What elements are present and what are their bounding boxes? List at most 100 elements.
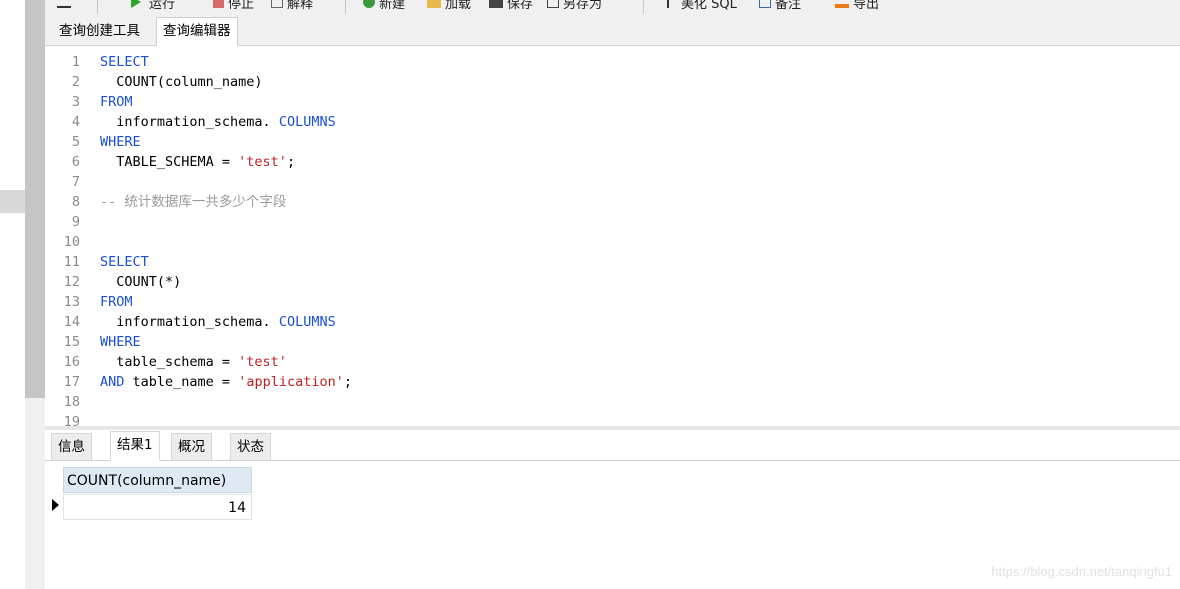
tab-query-editor[interactable]: 查询编辑器 [156, 17, 238, 46]
code-line[interactable]: 19 [45, 412, 100, 426]
toolbar: 运行 停止 解释 新建 加载 保存 另存为 美化 SQL 备注 导出 [45, 0, 1180, 14]
code-line[interactable]: 7 [45, 172, 100, 192]
code-line[interactable]: 2 COUNT(column_name) [45, 72, 263, 92]
line-number: 3 [71, 94, 80, 110]
column-header[interactable]: COUNT(column_name) [63, 467, 252, 493]
sql-keyword: FROM [100, 294, 133, 310]
beautify-label: 美化 SQL [681, 0, 737, 12]
left-panel [0, 0, 25, 589]
export-arrow-icon [835, 4, 849, 8]
stop-button[interactable]: 停止 [213, 0, 255, 12]
sql-string: 'test' [238, 154, 287, 170]
stop-label: 停止 [228, 0, 255, 12]
sql-text: ; [343, 374, 352, 390]
line-number: 19 [63, 414, 80, 426]
line-number: 14 [63, 314, 80, 330]
code-line[interactable]: 17 AND table_name = 'application'; [45, 372, 352, 392]
sql-comment: -- 统计数据库一共多少个字段 [100, 194, 287, 210]
toolbar-separator [345, 0, 346, 14]
line-number: 8 [71, 194, 80, 210]
sql-text: table_name = [124, 374, 239, 390]
code-line[interactable]: 4 information_schema. COLUMNS [45, 112, 336, 132]
run-label: 运行 [149, 0, 176, 12]
menu-icon[interactable] [57, 0, 71, 10]
tab-info[interactable]: 信息 [51, 433, 92, 461]
tab-overview[interactable]: 概况 [171, 433, 212, 461]
code-line[interactable]: 6 TABLE_SCHEMA = 'test'; [45, 152, 295, 172]
sql-keyword: WHERE [100, 334, 141, 350]
code-line[interactable]: 16 table_schema = 'test' [45, 352, 287, 372]
explain-button[interactable]: 解释 [271, 0, 314, 12]
load-label: 加载 [445, 0, 472, 12]
export-button[interactable]: 导出 [835, 0, 879, 12]
sql-keyword: FROM [100, 94, 133, 110]
sql-editor[interactable]: 1 SELECT 2 COUNT(column_name) 3 FROM 4 inform… [45, 46, 1180, 426]
code-line[interactable]: 18 [45, 392, 100, 412]
line-number: 16 [63, 354, 80, 370]
line-number: 6 [71, 154, 80, 170]
vertical-scrollbar[interactable] [25, 0, 45, 398]
stop-icon [213, 0, 224, 8]
line-number: 18 [63, 394, 80, 410]
saveas-button[interactable]: 另存为 [547, 0, 603, 12]
sql-keyword: COLUMNS [270, 114, 336, 130]
new-button[interactable]: 新建 [363, 0, 405, 12]
line-number: 9 [71, 214, 80, 230]
code-line[interactable]: 13 FROM [45, 292, 133, 312]
sql-keyword: SELECT [100, 54, 149, 70]
code-line[interactable]: 11 SELECT [45, 252, 149, 272]
saveas-label: 另存为 [563, 0, 603, 12]
sql-string: 'application' [238, 374, 344, 390]
comment-button[interactable]: 备注 [759, 0, 802, 12]
sql-text: TABLE_SCHEMA = [100, 154, 239, 170]
left-panel-scroll-thumb[interactable] [0, 190, 25, 213]
sql-text: table_schema = [100, 354, 239, 370]
explain-icon [271, 0, 283, 8]
current-row-indicator-icon [52, 499, 59, 511]
saveas-icon [547, 0, 559, 8]
sql-text: information_schema. [100, 314, 271, 330]
code-line[interactable]: 9 [45, 212, 100, 232]
code-line[interactable]: 5 WHERE [45, 132, 141, 152]
code-line[interactable]: 12 COUNT(*) [45, 272, 182, 292]
line-number: 15 [63, 334, 80, 350]
code-line[interactable]: 8 -- 统计数据库一共多少个字段 [45, 192, 287, 212]
line-number: 1 [71, 54, 80, 70]
line-number: 12 [63, 274, 80, 290]
sql-text: COUNT(column_name) [100, 74, 263, 90]
beautify-sql-button[interactable]: 美化 SQL [667, 0, 737, 12]
tab-query-builder[interactable]: 查询创建工具 [53, 18, 146, 44]
line-number: 17 [63, 374, 80, 390]
line-number: 10 [63, 234, 80, 250]
tab-status[interactable]: 状态 [230, 433, 271, 461]
code-line[interactable]: 1 SELECT [45, 52, 149, 72]
explain-label: 解释 [287, 0, 314, 12]
run-button[interactable]: 运行 [131, 0, 176, 12]
result-tab-strip: 信息 结果1 概况 状态 [45, 430, 1180, 461]
sql-keyword: COLUMNS [270, 314, 336, 330]
new-icon [363, 0, 375, 8]
line-number: 13 [63, 294, 80, 310]
sql-text: information_schema. [100, 114, 271, 130]
code-line[interactable]: 10 [45, 232, 100, 252]
editor-tab-strip: 查询创建工具 查询编辑器 [45, 14, 1180, 46]
table-cell[interactable]: 14 [63, 494, 252, 520]
folder-icon [427, 0, 441, 8]
play-icon [131, 0, 141, 8]
sql-text: COUNT(*) [100, 274, 182, 290]
comment-label: 备注 [775, 0, 802, 12]
line-number: 11 [63, 254, 80, 270]
save-button[interactable]: 保存 [489, 0, 533, 12]
sql-keyword: AND [100, 374, 125, 390]
load-button[interactable]: 加载 [427, 0, 472, 12]
code-line[interactable]: 3 FROM [45, 92, 133, 112]
line-number: 7 [71, 174, 80, 190]
toolbar-separator [97, 0, 98, 14]
line-number: 5 [71, 134, 80, 150]
line-number: 2 [71, 74, 80, 90]
sql-keyword: SELECT [100, 254, 149, 270]
code-line[interactable]: 14 information_schema. COLUMNS [45, 312, 336, 332]
watermark: https://blog.csdn.net/tanqingfu1 [991, 564, 1172, 579]
tab-result1[interactable]: 结果1 [110, 431, 160, 461]
code-line[interactable]: 15 WHERE [45, 332, 141, 352]
